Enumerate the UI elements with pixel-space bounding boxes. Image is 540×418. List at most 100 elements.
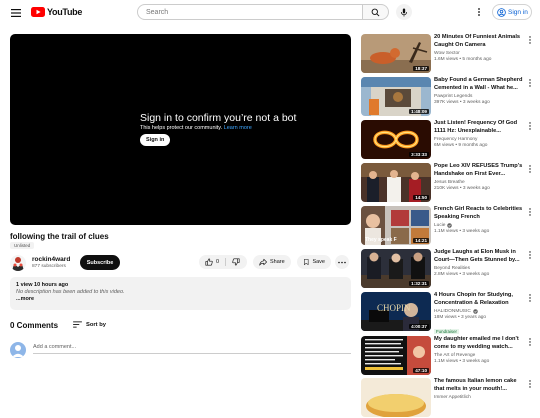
more-vertical-icon[interactable]: [528, 337, 532, 347]
learn-more-link[interactable]: Learn more: [224, 125, 252, 131]
verified-icon: [447, 223, 453, 228]
share-icon: [259, 258, 267, 266]
masthead: YouTube Search Sign in: [0, 0, 540, 26]
channel-avatar[interactable]: [10, 255, 26, 271]
voice-search-button[interactable]: [396, 4, 412, 20]
video-thumbnail[interactable]: CHOPIN 4:00:37: [361, 292, 431, 331]
video-item-title[interactable]: 4 Hours Chopin for Studying, Concentrati…: [434, 292, 526, 307]
video-item-channel-name: Beyond Realities: [434, 266, 470, 272]
save-button[interactable]: Save: [297, 255, 331, 269]
recommended-video[interactable]: 18:37 20 Minutes Of Funniest Animals Cau…: [361, 34, 536, 74]
video-info: French Girl Reacts to Celebrities Speaki…: [434, 206, 526, 234]
video-item-channel-name: Immer Appetitlich: [434, 395, 471, 401]
show-more-link[interactable]: ...more: [16, 296, 345, 302]
more-vertical-icon[interactable]: [528, 35, 532, 45]
video-info: Just Listen! Frequency Of God 1111 Hz: U…: [434, 120, 526, 148]
video-thumbnail[interactable]: 3:33:33: [361, 120, 431, 159]
like-count: 0: [216, 259, 220, 265]
youtube-logo[interactable]: YouTube: [31, 7, 82, 17]
settings-more-icon[interactable]: [476, 6, 482, 18]
save-icon: [304, 259, 309, 266]
video-info: 4 Hours Chopin for Studying, Concentrati…: [434, 292, 526, 338]
recommended-video[interactable]: 1:48:09 Baby Found a German Shepherd Cem…: [361, 77, 536, 117]
verified-icon: [473, 309, 478, 314]
more-vertical-icon[interactable]: [528, 379, 532, 389]
more-actions-button[interactable]: [335, 255, 349, 269]
recommended-video[interactable]: They speak F 14:21 French Girl Reacts to…: [361, 206, 536, 246]
video-item-meta: 1.1M views • 3 weeks ago: [434, 229, 490, 235]
video-info: Pope Leo XIV REFUSES Trump's Handshake o…: [434, 163, 526, 191]
more-vertical-icon[interactable]: [528, 78, 532, 88]
video-item-title[interactable]: Judge Laughs at Elon Musk in Court—Then …: [434, 249, 526, 264]
thumbs-down-icon: [232, 258, 240, 266]
video-item-title[interactable]: 20 Minutes Of Funniest Animals Caught On…: [434, 34, 526, 49]
video-item-title[interactable]: Pope Leo XIV REFUSES Trump's Handshake o…: [434, 163, 526, 178]
recommended-video[interactable]: The famous Italian lemon cake that melts…: [361, 378, 536, 418]
video-item-meta: 1.6M views • 5 months ago: [434, 57, 492, 63]
more-vertical-icon[interactable]: [528, 207, 532, 217]
search-input[interactable]: Search: [137, 4, 363, 20]
video-thumbnail[interactable]: 1:32:31: [361, 249, 431, 288]
user-avatar: [10, 342, 26, 358]
video-duration: 4:00:37: [409, 324, 429, 329]
youtube-play-icon: [31, 7, 45, 17]
more-vertical-icon[interactable]: [528, 293, 532, 303]
video-thumbnail[interactable]: 47:10: [361, 336, 431, 375]
video-thumbnail[interactable]: 14:50: [361, 163, 431, 202]
video-item-channel-name: HALIDONMUSIC: [434, 309, 471, 315]
video-item-title[interactable]: Just Listen! Frequency Of God 1111 Hz: U…: [434, 120, 526, 135]
share-label: Share: [270, 259, 285, 265]
share-button[interactable]: Share: [253, 255, 291, 269]
recommended-video[interactable]: 47:10 My daughter emailed me I don't com…: [361, 336, 536, 376]
video-item-meta: 1.1M views • 3 weeks ago: [434, 359, 490, 365]
video-thumbnail[interactable]: 1:48:09: [361, 77, 431, 116]
more-vertical-icon[interactable]: [528, 121, 532, 131]
video-info: The famous Italian lemon cake that melts…: [434, 378, 526, 400]
menu-icon[interactable]: [9, 6, 23, 20]
video-item-title[interactable]: My daughter emailed me I don't come to m…: [434, 336, 526, 351]
video-duration: 18:37: [413, 66, 429, 71]
video-item-channel: Immer Appetitlich: [434, 395, 526, 400]
video-thumbnail[interactable]: 18:37: [361, 34, 431, 73]
channel-name[interactable]: rockin4ward: [32, 256, 70, 263]
recommended-video[interactable]: 1:32:31 Judge Laughs at Elon Musk in Cou…: [361, 249, 536, 289]
video-item-channel-name: Jesus Breathe: [434, 180, 465, 186]
subscriber-count: 877 subscribers: [32, 264, 66, 269]
video-info: Baby Found a German Shepherd Cemented in…: [434, 77, 526, 105]
video-info: 20 Minutes Of Funniest Animals Caught On…: [434, 34, 526, 62]
video-item-channel-name: Wow Sector: [434, 51, 460, 57]
video-item-title[interactable]: French Girl Reacts to Celebrities Speaki…: [434, 206, 526, 221]
recommended-video[interactable]: CHOPIN 4:00:37 4 Hours Chopin for Studyi…: [361, 292, 536, 335]
recommended-video[interactable]: 3:33:33 Just Listen! Frequency Of God 11…: [361, 120, 536, 160]
video-duration: 3:33:33: [409, 152, 429, 157]
video-thumbnail[interactable]: [361, 378, 431, 417]
video-item-meta: 2.8M views • 3 weeks ago: [434, 272, 490, 278]
bot-check-subtitle-text: This helps protect our community.: [140, 125, 223, 131]
thumbnail-caption: CHOPIN: [377, 303, 411, 313]
more-vertical-icon[interactable]: [528, 164, 532, 174]
video-item-title[interactable]: The famous Italian lemon cake that melts…: [434, 378, 526, 393]
recommended-video[interactable]: 14:50 Pope Leo XIV REFUSES Trump's Hands…: [361, 163, 536, 203]
video-player[interactable]: Sign in to confirm you’re not a bot This…: [10, 34, 351, 225]
add-comment-input[interactable]: Add a comment...: [33, 344, 351, 354]
logo-text: YouTube: [47, 7, 83, 17]
video-item-channel: Beyond Realities: [434, 266, 526, 271]
description-box[interactable]: 1 view 10 hours ago No description has b…: [10, 277, 351, 310]
search-button[interactable]: [362, 4, 389, 20]
video-thumbnail[interactable]: They speak F 14:21: [361, 206, 431, 245]
sign-in-label: Sign in: [508, 8, 528, 16]
like-button[interactable]: 0: [205, 258, 219, 266]
more-vertical-icon[interactable]: [528, 250, 532, 260]
thumbnail-caption: They speak F: [365, 237, 397, 243]
bot-check-title: Sign in to confirm you’re not a bot: [140, 112, 297, 124]
sign-in-button[interactable]: Sign in: [492, 4, 532, 20]
more-horizontal-icon: [338, 261, 346, 263]
bot-check-subtitle: This helps protect our community. Learn …: [140, 125, 252, 131]
video-item-channel: Jesus Breathe: [434, 180, 526, 185]
player-sign-in-button[interactable]: Sign in: [140, 134, 171, 146]
sort-comments-button[interactable]: Sort by: [73, 321, 106, 328]
video-item-meta: 18M views • 3 years ago: [434, 315, 487, 321]
subscribe-button[interactable]: Subscribe: [80, 255, 120, 270]
video-item-title[interactable]: Baby Found a German Shepherd Cemented in…: [434, 77, 526, 92]
dislike-button[interactable]: [232, 258, 240, 266]
